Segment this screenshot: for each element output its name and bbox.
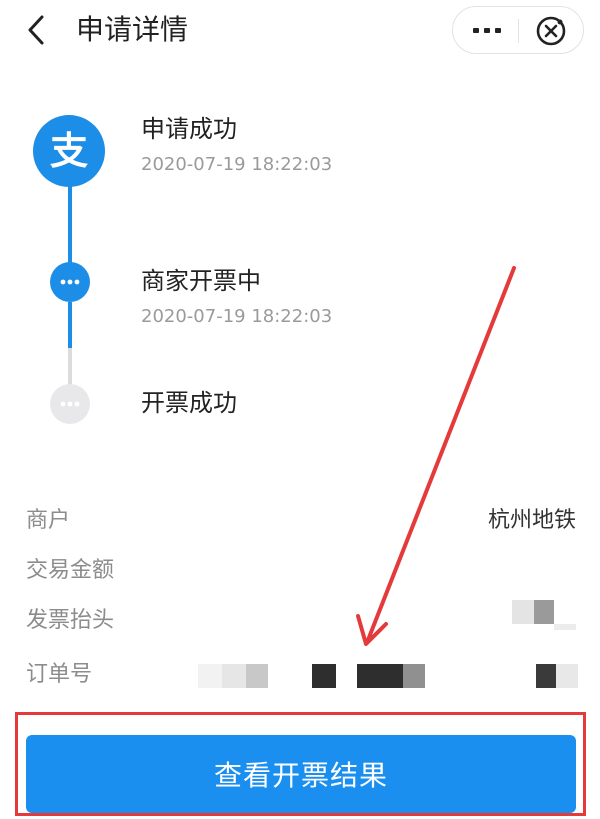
page-title: 申请详情: [76, 13, 189, 46]
progress-timeline: 支 申请成功 2020-07-19 18:22:03 商家开票中 2020-07…: [0, 90, 600, 450]
redacted-mosaic: [312, 664, 336, 688]
redacted-mosaic: [198, 664, 222, 688]
redacted-mosaic: [536, 664, 556, 688]
redacted-mosaic: [222, 664, 246, 688]
view-invoice-result-button[interactable]: 查看开票结果: [26, 735, 576, 813]
step-title-applied: 申请成功: [141, 115, 237, 143]
close-button[interactable]: [523, 11, 579, 51]
redacted-mosaic: [246, 664, 268, 688]
step-title-issued: 开票成功: [141, 389, 237, 417]
svg-text:支: 支: [50, 129, 88, 173]
timeline-connector-active: [68, 302, 72, 348]
detail-row-amount: 交易金额: [0, 554, 600, 588]
detail-row-order-number: 订单号: [0, 658, 600, 692]
detail-label: 订单号: [26, 662, 93, 687]
timeline-connector-done: [68, 186, 72, 264]
capsule-divider: [518, 19, 519, 43]
redacted-mosaic: [556, 664, 578, 688]
redacted-mosaic: [512, 600, 534, 624]
detail-label: 商户: [26, 508, 71, 533]
redacted-mosaic: [357, 664, 403, 688]
detail-label: 交易金额: [26, 558, 115, 583]
detail-row-merchant: 商户 杭州地铁: [0, 504, 600, 538]
ellipsis-icon: [50, 262, 90, 302]
more-button[interactable]: [459, 11, 515, 51]
redacted-mosaic: [554, 624, 576, 630]
nav-bar: 申请详情: [0, 0, 600, 62]
step-time-applied: 2020-07-19 18:22:03: [141, 154, 333, 175]
step-title-issuing: 商家开票中: [141, 267, 261, 295]
ellipsis-icon: [50, 384, 90, 424]
more-dots-icon: [473, 28, 501, 33]
alipay-logo-icon: 支: [33, 115, 105, 187]
step-time-issuing: 2020-07-19 18:22:03: [141, 306, 333, 327]
detail-row-invoice-title: 发票抬头: [0, 604, 600, 638]
redacted-mosaic: [534, 600, 554, 624]
detail-label: 发票抬头: [26, 608, 115, 633]
detail-value: 杭州地铁: [487, 508, 576, 533]
chevron-left-icon: [28, 15, 44, 45]
back-button[interactable]: [20, 12, 56, 48]
mini-program-close-icon: [536, 16, 566, 46]
redacted-mosaic: [403, 664, 425, 688]
mini-program-capsule: [452, 6, 584, 54]
timeline-connector-pending: [68, 348, 72, 386]
